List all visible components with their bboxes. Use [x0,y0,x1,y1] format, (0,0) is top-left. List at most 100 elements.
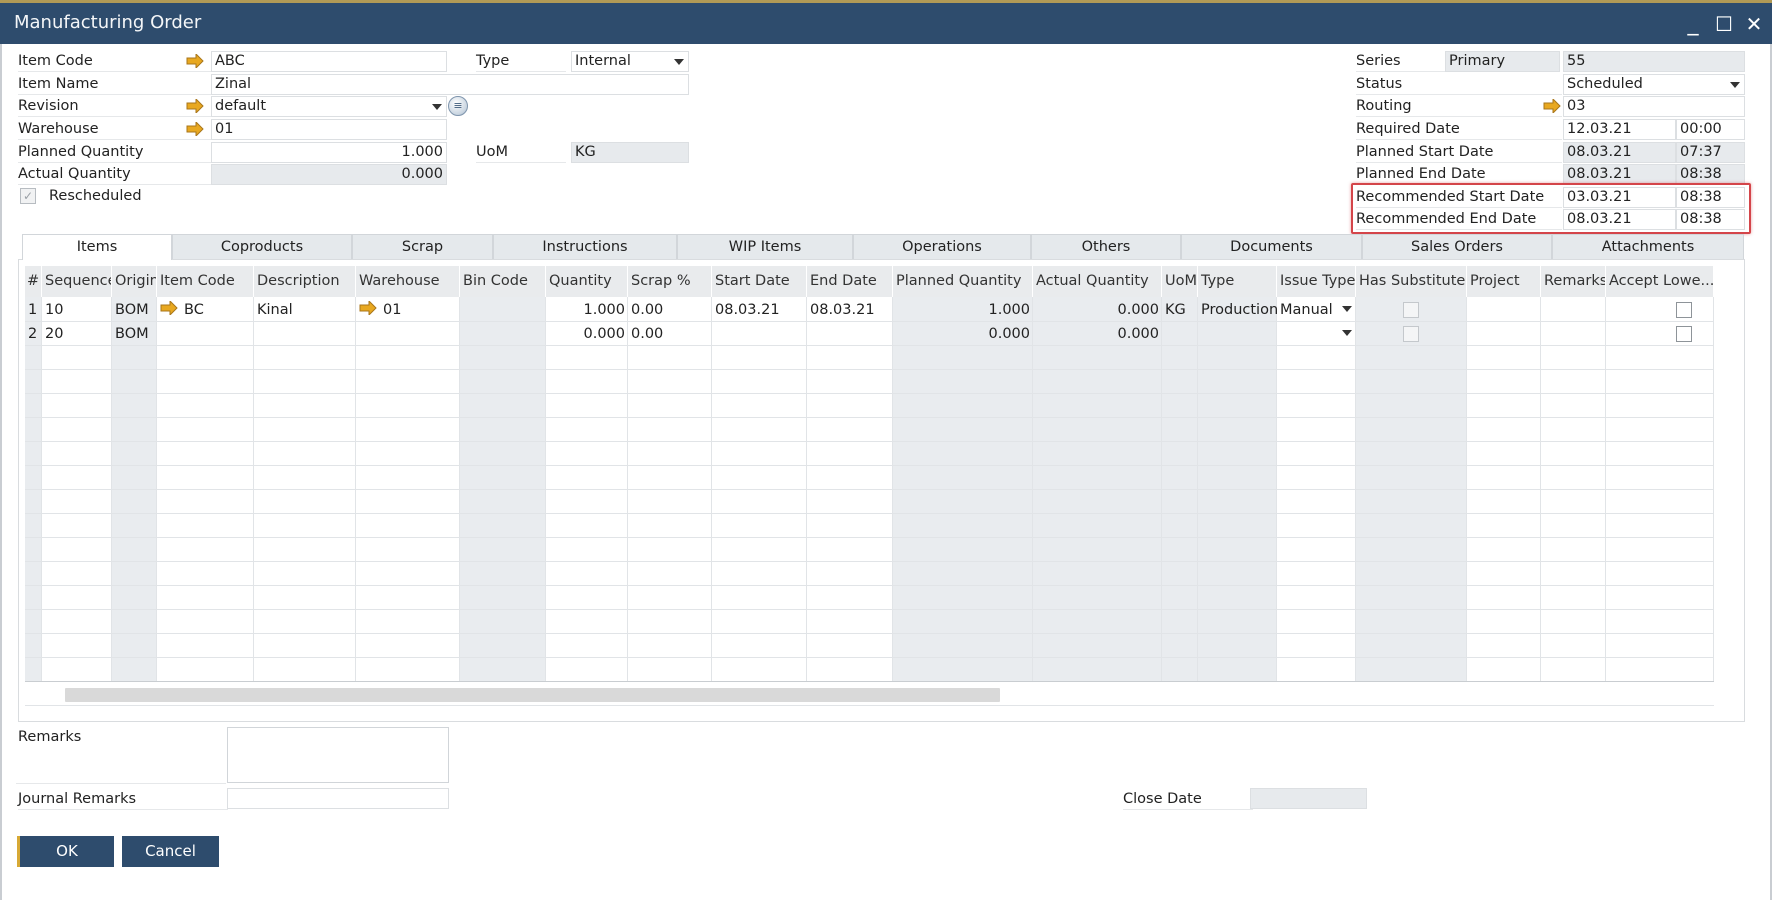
accept-lower-checkbox[interactable] [1676,326,1692,342]
cell-uom: KG [1165,302,1186,318]
tab-wip-items[interactable]: WIP Items [677,234,853,259]
tab-operations[interactable]: Operations [853,234,1031,259]
tab-scrap[interactable]: Scrap [352,234,493,259]
cell-end-date[interactable]: 08.03.21 [807,298,893,322]
column-header-start-date[interactable]: Start Date [712,266,807,297]
row-divider [25,705,1714,706]
column-header-num[interactable]: # [25,266,42,297]
cell-sequence[interactable]: 10 [42,298,112,322]
column-header-accept-lower[interactable]: Accept Lowe... [1606,266,1714,297]
cell-end-date[interactable] [807,322,893,346]
link-arrow-icon[interactable] [186,99,204,113]
cell-project[interactable] [1467,298,1541,322]
series-dropdown: Primary [1445,51,1560,72]
item-code-field[interactable]: ABC [211,51,447,72]
chevron-down-icon[interactable] [1342,330,1352,336]
column-header-type[interactable]: Type [1198,266,1277,297]
horizontal-scrollbar[interactable] [65,688,1000,702]
required-date-field[interactable]: 12.03.21 [1563,119,1676,140]
cell-quantity[interactable]: 1.000 [546,298,628,322]
remarks-textarea[interactable] [227,727,449,783]
type-dropdown[interactable]: Internal [571,51,689,72]
column-header-description[interactable]: Description [254,266,356,297]
row-divider [25,513,1714,514]
column-header-has-substitutes[interactable]: Has Substitutes [1356,266,1467,297]
accept-lower-checkbox[interactable] [1676,302,1692,318]
warehouse-field[interactable]: 01 [211,119,447,140]
maximize-button[interactable]: ☐ [1711,11,1737,37]
window-titlebar[interactable]: Manufacturing Order _ ☐ ✕ [0,3,1772,44]
tab-sales-orders[interactable]: Sales Orders [1362,234,1552,259]
routing-field[interactable]: 03 [1563,96,1745,117]
cell-item-code[interactable]: BC [157,298,254,322]
type-value: Internal [575,53,631,69]
planned-quantity-field[interactable]: 1.000 [211,142,447,163]
cell-remarks[interactable] [1541,322,1606,346]
list-lookup-icon[interactable]: ≡ [448,96,468,116]
cancel-button[interactable]: Cancel [122,836,219,867]
status-dropdown[interactable]: Scheduled [1563,74,1745,95]
tab-items[interactable]: Items [22,234,172,260]
cell-value: BC [184,302,204,318]
cell-project[interactable] [1467,322,1541,346]
column-header-uom[interactable]: UoM [1162,266,1198,297]
ok-button[interactable]: OK [17,836,114,867]
cell-start-date[interactable]: 08.03.21 [712,298,807,322]
planned-quantity-label: Planned Quantity [18,142,212,163]
tab-others[interactable]: Others [1031,234,1181,259]
link-arrow-icon[interactable] [1543,99,1561,113]
cell-bin-code [460,322,546,346]
cell-description[interactable]: Kinal [254,298,356,322]
cell-description[interactable] [254,322,356,346]
column-header-item-code[interactable]: Item Code [157,266,254,297]
cell-warehouse[interactable]: 01 [356,298,460,322]
column-header-remarks[interactable]: Remarks [1541,266,1606,297]
chevron-down-icon[interactable] [1342,306,1352,312]
cell-start-date[interactable] [712,322,807,346]
tab-attachments[interactable]: Attachments [1552,234,1744,259]
chevron-down-icon [432,104,442,110]
table-row[interactable]: 2 20 BOM 0.000 0.00 0.000 0.000 [25,322,1714,346]
table-row[interactable]: 1 10 BOM BC Kinal 01 1.000 0.00 08.03.21 08.03.21… [25,298,1714,322]
cell-scrap[interactable]: 0.00 [628,298,712,322]
tab-documents[interactable]: Documents [1181,234,1362,259]
chevron-down-icon [1730,82,1740,88]
item-name-label: Item Name [18,74,212,95]
cell-quantity[interactable]: 0.000 [546,322,628,346]
column-header-scrap[interactable]: Scrap % [628,266,712,297]
items-grid[interactable]: # Sequence Origin Item Code Description Wareh… [25,266,1714,706]
column-header-bin-code[interactable]: Bin Code [460,266,546,297]
link-arrow-icon[interactable] [186,122,204,136]
row-divider [25,633,1714,634]
column-header-warehouse[interactable]: Warehouse [356,266,460,297]
row-divider [25,441,1714,442]
required-time-field[interactable]: 00:00 [1676,119,1745,140]
minimize-button[interactable]: _ [1680,11,1706,37]
journal-remarks-field[interactable] [227,788,449,809]
tab-coproducts[interactable]: Coproducts [172,234,352,259]
column-header-quantity[interactable]: Quantity [546,266,628,297]
rescheduled-checkbox[interactable]: ✓ [20,188,36,204]
close-button[interactable]: ✕ [1741,11,1767,37]
cell-scrap[interactable]: 0.00 [628,322,712,346]
column-header-issue-type[interactable]: Issue Type [1277,266,1356,297]
column-header-planned-quantity[interactable]: Planned Quantity [893,266,1033,297]
cell-sequence[interactable]: 20 [42,322,112,346]
column-header-end-date[interactable]: End Date [807,266,893,297]
link-arrow-icon[interactable] [359,299,377,317]
link-arrow-icon[interactable] [160,299,178,317]
item-name-field[interactable]: Zinal [211,74,689,95]
column-header-actual-quantity[interactable]: Actual Quantity [1033,266,1162,297]
revision-dropdown[interactable]: default [211,96,447,117]
column-header-origin[interactable]: Origin [112,266,157,297]
revision-value: default [215,98,267,114]
column-header-sequence[interactable]: Sequence [42,266,112,297]
tab-instructions[interactable]: Instructions [493,234,677,259]
cell-remarks[interactable] [1541,298,1606,322]
cell-item-code[interactable] [157,322,254,346]
column-header-project[interactable]: Project [1467,266,1541,297]
cell-warehouse[interactable] [356,322,460,346]
document-number-field: 55 [1563,51,1745,72]
cell-actual-quantity: 0.000 [1117,302,1159,318]
link-arrow-icon[interactable] [186,54,204,68]
